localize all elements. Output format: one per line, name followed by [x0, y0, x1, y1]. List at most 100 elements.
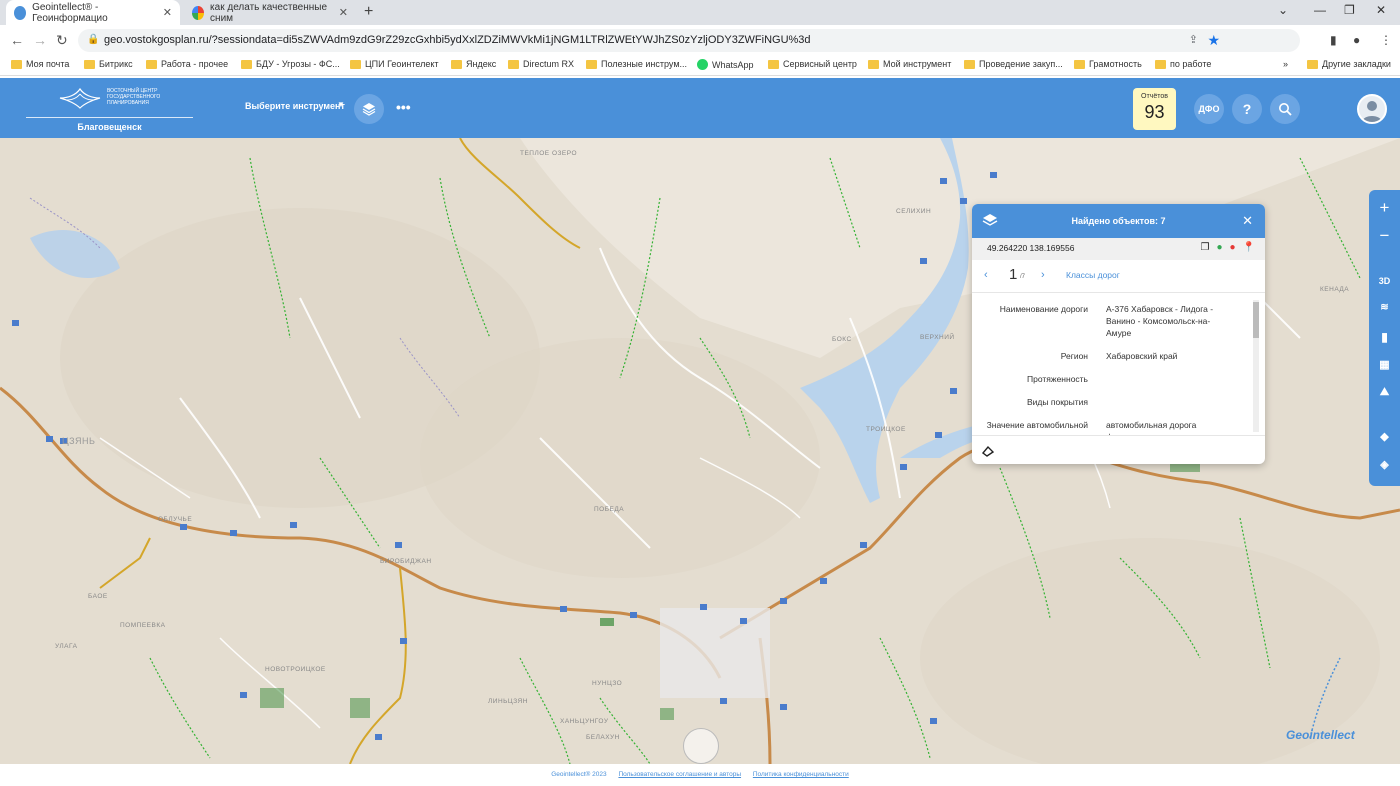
search-button[interactable]	[1270, 94, 1300, 124]
bookmark-item[interactable]: Битрикс	[84, 59, 133, 69]
bookmark-item[interactable]: Работа - прочее	[146, 59, 228, 69]
coordinates-text[interactable]: 49.264220 138.169556	[987, 243, 1074, 253]
3d-button[interactable]: 3D	[1369, 276, 1400, 286]
attribute-value	[1106, 396, 1232, 408]
reload-icon[interactable]: ↻	[56, 32, 68, 49]
tool-select[interactable]: Выберите инструмент	[245, 101, 345, 111]
map-label: УЛАГА	[55, 643, 78, 650]
close-icon[interactable]: ✕	[1242, 213, 1253, 229]
agreement-link[interactable]: Пользовательское соглашение и авторы	[618, 771, 741, 778]
restore-icon[interactable]: ❐	[1344, 3, 1355, 17]
bookmark-item[interactable]: WhatsApp	[697, 59, 754, 70]
bookmark-item[interactable]: Грамотность	[1074, 59, 1142, 69]
bookmark-item[interactable]: Сервисный центр	[768, 59, 857, 69]
bookmark-item[interactable]: по работе	[1155, 59, 1211, 69]
prev-page-icon[interactable]: ‹	[984, 269, 988, 281]
zoom-to-feature-icon[interactable]	[981, 444, 995, 458]
lock-icon: 🔒	[87, 34, 100, 45]
close-tab-icon[interactable]: ✕	[339, 6, 348, 19]
region-button[interactable]: ДФО	[1194, 94, 1224, 124]
zoom-out-button[interactable]: −	[1369, 226, 1400, 246]
tab-google-search[interactable]: как делать качественные сним ✕	[184, 0, 356, 25]
traffic-light-icon[interactable]: ▮	[1369, 330, 1400, 344]
attribute-scrollbar[interactable]	[1253, 300, 1259, 432]
yandex-maps-icon[interactable]: ●	[1230, 242, 1236, 253]
share-icon[interactable]: ⇪	[1189, 33, 1198, 46]
forward-icon[interactable]: →	[33, 32, 47, 48]
folder-icon	[11, 59, 22, 69]
search-icon	[1279, 103, 1292, 116]
map-label: ЛИНЬЦЗЯН	[488, 698, 528, 705]
url-input[interactable]: 🔒 geo.vostokgosplan.ru/?sessiondata=di5s…	[78, 29, 1300, 52]
bookmark-item[interactable]: Полезные инструм...	[586, 59, 687, 69]
map-label: КЕНАДА	[1320, 286, 1350, 293]
folder-icon	[84, 59, 95, 69]
attribute-table[interactable]: Наименование дороги А-376 Хабаровск - Ли…	[972, 292, 1265, 435]
attribute-key: Протяженность	[1027, 374, 1088, 384]
privacy-link[interactable]: Политика конфиденциальности	[753, 771, 849, 778]
result-pager: ‹ 1 /7 › Классы дорог	[972, 260, 1265, 290]
google-maps-icon[interactable]: ●	[1216, 242, 1222, 253]
map-label: БИРОБИДЖАН	[380, 558, 432, 565]
popup-footer	[972, 435, 1265, 464]
map-label: ПОБЕДА	[594, 506, 625, 513]
copy-icon[interactable]: ❐	[1200, 242, 1209, 253]
geointellect-watermark: Geointellect	[1286, 728, 1355, 742]
bookmark-item[interactable]: БДУ - Угрозы - ФС...	[241, 59, 340, 69]
terrain-icon[interactable]: ⛰	[1369, 386, 1400, 399]
folder-icon	[451, 59, 462, 69]
bookmark-item[interactable]: Мой инструмент	[868, 59, 951, 69]
menu-icon[interactable]: ⋮	[1380, 33, 1392, 47]
user-avatar[interactable]	[1357, 94, 1387, 124]
compass-icon[interactable]	[683, 728, 719, 764]
map-label: ТЕПЛОЕ ОЗЕРО	[520, 150, 578, 157]
bookmark-item[interactable]: Directum RX	[508, 59, 574, 69]
bookmark-item[interactable]: Проведение закуп...	[964, 59, 1063, 69]
folder-icon	[1155, 59, 1166, 69]
tab-search-icon[interactable]: ⌄	[1278, 3, 1288, 17]
bookmark-item[interactable]: Моя почта	[11, 59, 69, 69]
back-icon[interactable]: ←	[10, 32, 24, 48]
bookmark-star-icon[interactable]: ★	[1207, 32, 1220, 49]
profile-icon[interactable]: ●	[1353, 33, 1360, 47]
bookmarks-bar: Моя почта Битрикс Работа - прочее БДУ - …	[0, 56, 1400, 76]
next-page-icon[interactable]: ›	[1041, 269, 1045, 281]
close-tab-icon[interactable]: ✕	[163, 6, 172, 19]
bookmark-item[interactable]: Яндекс	[451, 59, 496, 69]
map-label: НУНЦЗО	[592, 680, 623, 687]
attribute-row: Протяженность	[972, 365, 1265, 388]
zoom-in-button[interactable]: +	[1369, 198, 1400, 218]
attribute-value: автомобильная дорога федерального значен…	[1106, 420, 1202, 435]
bookmark-item[interactable]: ЦПИ Геоинтелект	[350, 59, 439, 69]
map-label: ХАНЬЦУНГОУ	[560, 718, 609, 725]
city-name[interactable]: Благовещенск	[26, 122, 193, 132]
page-footer: Geointellect® 2023 Пользовательское согл…	[0, 764, 1400, 786]
folder-icon	[1074, 59, 1085, 69]
layers-button[interactable]	[354, 94, 384, 124]
help-button[interactable]: ?	[1232, 94, 1262, 124]
new-tab-icon[interactable]: +	[364, 3, 373, 21]
layer-class-link[interactable]: Классы дорог	[1066, 270, 1120, 280]
bookmarks-overflow[interactable]: »	[1283, 59, 1288, 69]
other-bookmarks[interactable]: Другие закладки	[1307, 59, 1391, 69]
reports-counter[interactable]: Отчётов 93	[1133, 88, 1176, 130]
folder-icon	[1307, 59, 1318, 69]
map-pin-icon[interactable]: 📍	[1243, 242, 1255, 253]
app-header	[0, 78, 1400, 138]
layers-icon[interactable]: ◈	[1369, 458, 1400, 471]
wind-icon[interactable]: ≋	[1369, 302, 1400, 313]
layers-icon	[982, 214, 998, 226]
close-window-icon[interactable]: ✕	[1376, 3, 1386, 17]
ruler-icon[interactable]: ◆	[1369, 430, 1400, 443]
footer-copyright: Geointellect® 2023	[551, 771, 607, 778]
buildings-icon[interactable]: ▦	[1369, 358, 1400, 371]
map-label: ТРОИЦКОЕ	[866, 426, 906, 433]
chevron-down-icon[interactable]: ▼	[337, 100, 345, 109]
tab-geointellect[interactable]: Geointellect® - Геоинформацио ✕	[6, 0, 180, 25]
more-menu-button[interactable]: •••	[396, 99, 411, 115]
scrollbar-thumb[interactable]	[1253, 302, 1259, 338]
folder-icon	[241, 59, 252, 69]
attribute-key: Значение автомобильной дороги	[986, 420, 1088, 435]
side-panel-icon[interactable]: ▮	[1330, 33, 1337, 47]
minimize-icon[interactable]: —	[1314, 3, 1326, 17]
